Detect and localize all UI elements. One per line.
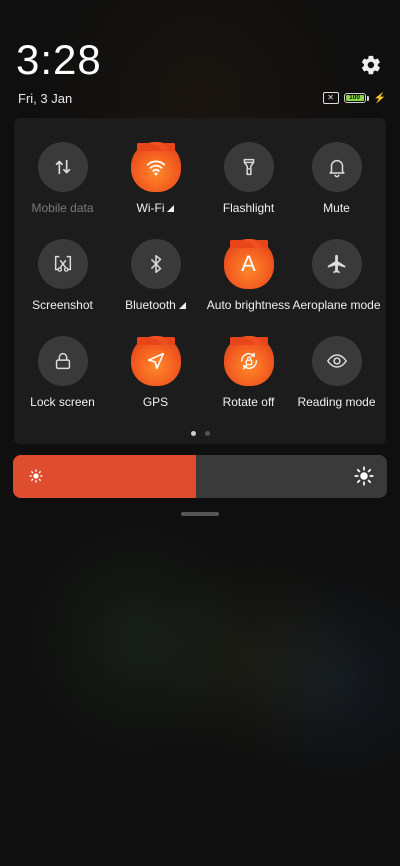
tile-label: Screenshot xyxy=(32,298,93,312)
tile-label: Auto brightness xyxy=(206,298,291,312)
location-arrow-icon xyxy=(147,352,164,370)
tile-label: Lock screen xyxy=(30,395,95,409)
clock-time: 3:28 xyxy=(16,36,102,83)
tile-label: Mobile data xyxy=(31,201,94,215)
tile-bluetooth[interactable]: Bluetooth xyxy=(109,239,202,312)
clock-date: Fri, 3 Jan xyxy=(18,91,73,106)
sun-large-icon xyxy=(354,466,374,486)
tile-label: Reading mode xyxy=(297,395,376,409)
tile-label: Mute xyxy=(323,201,350,215)
mobile-data-arrows-icon xyxy=(55,159,70,175)
bell-icon xyxy=(328,159,345,178)
signal-triangle-icon xyxy=(178,302,186,309)
quick-settings-panel: Mobile data Wi-Fi Flashlight Mute Screen… xyxy=(14,118,386,444)
tile-label: Rotate off xyxy=(222,395,275,409)
brightness-slider[interactable] xyxy=(13,455,387,498)
lock-icon xyxy=(55,352,70,370)
tile-label: Wi-Fi xyxy=(136,201,165,215)
page-dot[interactable] xyxy=(204,431,210,436)
tile-label: Bluetooth xyxy=(125,298,176,312)
gear-icon[interactable] xyxy=(360,54,382,76)
tile-mobile-data[interactable]: Mobile data xyxy=(16,142,109,215)
tile-mute[interactable]: Mute xyxy=(290,142,383,215)
tile-wifi[interactable]: Wi-Fi xyxy=(109,137,202,215)
tile-reading-mode[interactable]: Reading mode xyxy=(290,336,383,409)
tile-gps[interactable]: GPS xyxy=(109,331,202,409)
signal-triangle-icon xyxy=(167,205,175,212)
tile-rotate-off[interactable]: Rotate off xyxy=(202,331,295,409)
charging-bolt-icon: ⚡ xyxy=(373,92,386,104)
tile-screenshot[interactable]: Screenshot xyxy=(16,239,109,312)
status-icons: ✕ 100 ⚡ xyxy=(322,92,386,104)
tile-flashlight[interactable]: Flashlight xyxy=(202,142,295,215)
page-dot-active[interactable] xyxy=(190,431,196,436)
tile-aeroplane-mode[interactable]: Aeroplane mode xyxy=(290,239,383,312)
sun-small-icon xyxy=(29,469,43,483)
tile-label: Aeroplane mode xyxy=(292,298,381,312)
bluetooth-icon xyxy=(150,255,161,273)
tile-auto-brightness[interactable]: A Auto brightness xyxy=(202,234,295,312)
rotation-lock-icon xyxy=(240,352,257,370)
tile-lock-screen[interactable]: Lock screen xyxy=(16,336,109,409)
tile-label: GPS xyxy=(142,395,169,409)
eye-icon xyxy=(326,354,347,368)
no-sim-icon: ✕ xyxy=(322,92,339,104)
battery-level: 100 xyxy=(345,94,364,101)
page-indicator xyxy=(14,431,386,436)
battery-icon: 100 xyxy=(343,93,369,103)
wifi-icon xyxy=(146,160,165,176)
auto-brightness-a-icon: A xyxy=(241,251,256,276)
flashlight-icon xyxy=(243,158,254,176)
drag-handle[interactable] xyxy=(181,512,219,516)
screenshot-scissors-icon xyxy=(54,255,71,272)
tile-label: Flashlight xyxy=(222,201,275,215)
airplane-icon xyxy=(327,254,345,274)
